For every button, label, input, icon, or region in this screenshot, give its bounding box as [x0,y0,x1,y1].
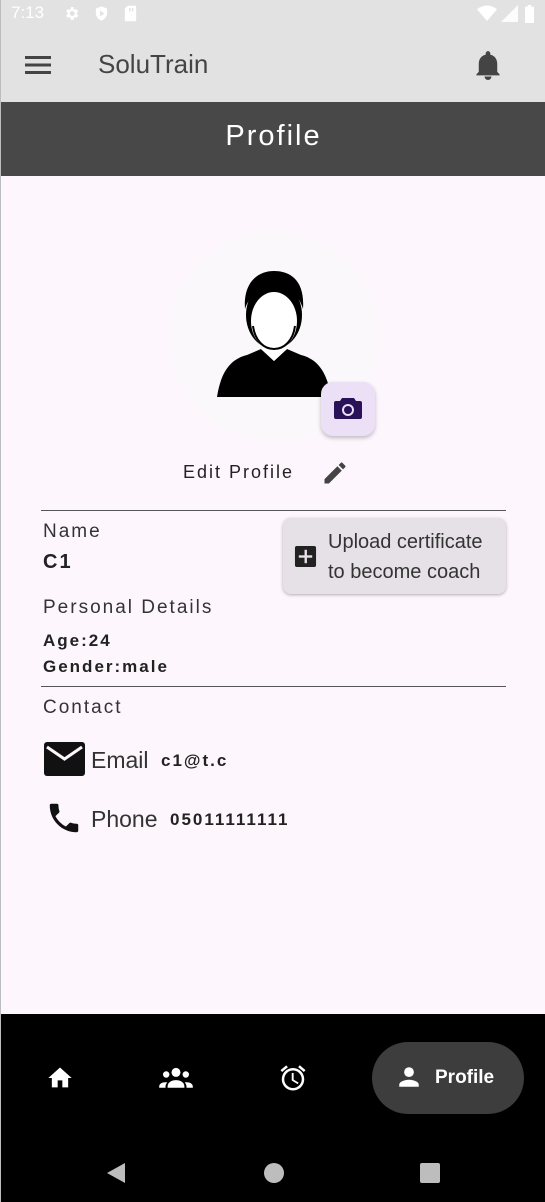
email-icon [44,742,85,776]
screen: 7:13 SoluTrain Profile Edit Profile Name… [0,0,545,1202]
add-box-icon [294,545,317,568]
email-value: c1@t.c [161,751,229,770]
phone-value: 05011111111 [170,810,290,829]
phone-icon [49,803,79,833]
page-header: Profile [1,102,545,176]
phone-key: Phone [91,806,158,832]
name-value: C1 [43,551,73,573]
contact-label: Contact [43,697,123,718]
divider [41,686,506,687]
app-title: SoluTrain [98,49,209,79]
edit-profile-label: Edit Profile [183,462,295,482]
app-bar: SoluTrain [1,26,545,102]
personal-details-label: Personal Details [43,597,214,618]
upload-label-line-1: Upload certificate [328,531,483,553]
system-navigation-bar [1,1142,545,1202]
upload-certificate-button[interactable]: Upload certificate to become coach [283,518,506,594]
shield-icon [95,6,108,21]
wifi-icon [477,5,497,21]
menu-icon[interactable] [25,55,51,75]
nav-profile-label: Profile [435,1067,495,1088]
change-photo-button[interactable] [321,382,375,436]
gender-value: Gender:male [43,657,169,676]
page-title: Profile [225,120,322,152]
home-icon[interactable] [46,1064,74,1092]
group-icon[interactable] [159,1064,193,1092]
status-bar: 7:13 [1,0,545,26]
nav-profile-tab[interactable]: Profile [372,1042,524,1114]
battery-icon [525,5,534,23]
name-label: Name [43,521,102,542]
status-time: 7:13 [11,3,45,22]
settings-icon [66,7,79,20]
camera-icon [334,398,362,419]
divider [41,510,506,511]
upload-certificate-label: Upload certificate to become coach [328,527,506,587]
home-button-icon[interactable] [263,1162,285,1184]
edit-pencil-icon[interactable] [321,459,349,487]
alarm-icon[interactable] [278,1063,308,1093]
age-value: Age:24 [43,631,112,650]
upload-label-line-2: to become coach [328,561,481,583]
email-key: Email [91,747,149,773]
back-icon[interactable] [105,1162,127,1184]
sd-card-icon [124,5,137,22]
notification-bell-icon[interactable] [474,50,502,80]
signal-icon [501,5,518,22]
person-icon [399,1067,419,1087]
recents-icon[interactable] [420,1163,440,1183]
